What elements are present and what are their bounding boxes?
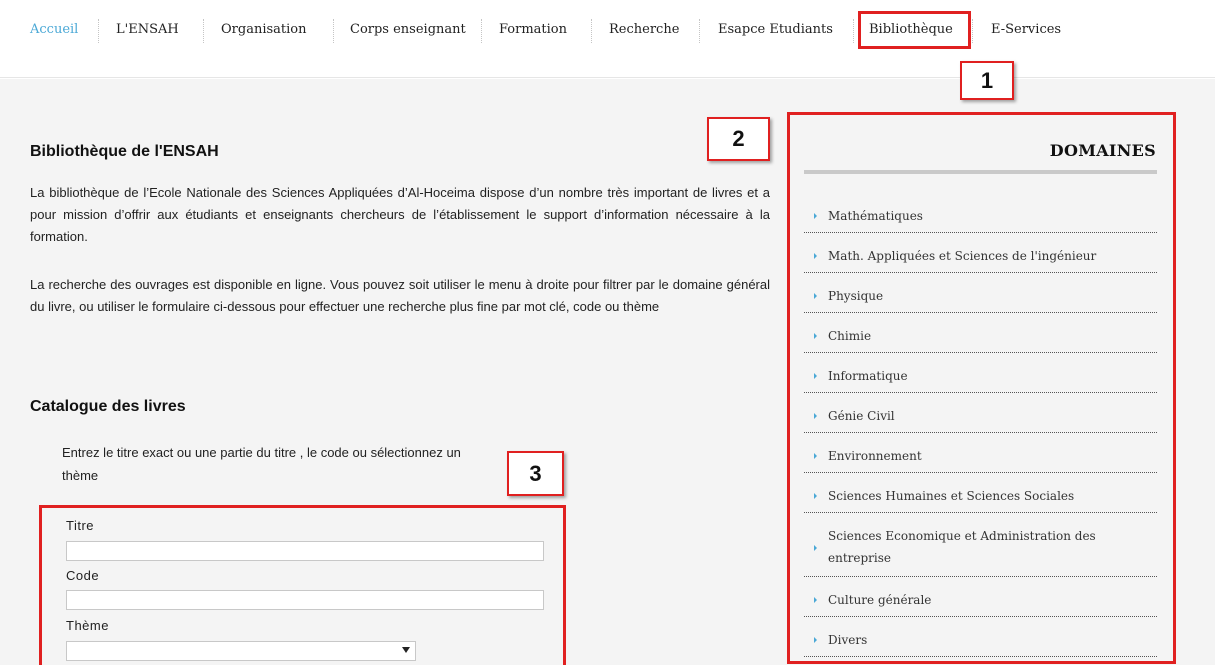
titre-label: Titre — [66, 518, 95, 533]
nav-separator — [972, 19, 973, 43]
search-info-paragraph: La recherche des ouvrages est disponible… — [30, 277, 770, 314]
nav-separator — [203, 19, 204, 43]
domain-item-environnement[interactable]: Environnement — [804, 441, 1157, 473]
bullet-arrow-icon — [814, 213, 817, 219]
bullet-arrow-icon — [814, 253, 817, 259]
domain-label: Sciences Humaines et Sciences Sociales — [828, 489, 1075, 503]
titre-input[interactable] — [66, 541, 544, 561]
sidebar-title: DOMAINES — [1049, 141, 1156, 160]
nav-corps-enseignant[interactable]: Corps enseignant — [350, 22, 466, 37]
bullet-arrow-icon — [814, 637, 817, 643]
domain-label: Physique — [828, 289, 884, 303]
bullet-arrow-icon — [814, 453, 817, 459]
nav-separator — [853, 19, 854, 43]
dropdown-arrow-icon — [402, 647, 410, 653]
nav-separator — [481, 19, 482, 43]
theme-select[interactable] — [66, 641, 416, 661]
nav-e-services[interactable]: E-Services — [991, 22, 1061, 37]
nav-separator — [591, 19, 592, 43]
search-instructions: Entrez le titre exact ou une partie du t… — [62, 445, 461, 483]
nav-espace-etudiants[interactable]: Esapce Etudiants — [718, 22, 833, 37]
domain-item-divers[interactable]: Divers — [804, 625, 1157, 657]
page-title: Bibliothèque de l'ENSAH — [30, 143, 219, 160]
bullet-arrow-icon — [814, 493, 817, 499]
code-input[interactable] — [66, 590, 544, 610]
sidebar-title-rule — [804, 170, 1157, 174]
nav-bibliotheque[interactable]: Bibliothèque — [869, 22, 953, 37]
domain-item-sciences-humaines[interactable]: Sciences Humaines et Sciences Sociales — [804, 481, 1157, 513]
domain-label: Sciences Economique et Administration de… — [828, 529, 1096, 565]
nav-separator — [699, 19, 700, 43]
bullet-arrow-icon — [814, 545, 817, 551]
code-label: Code — [66, 568, 100, 583]
annotation-callout-2: 2 — [707, 117, 770, 161]
intro-paragraph: La bibliothèque de l’Ecole Nationale des… — [30, 185, 770, 244]
domain-item-sciences-economique[interactable]: Sciences Economique et Administration de… — [804, 521, 1157, 577]
nav-recherche[interactable]: Recherche — [609, 22, 679, 37]
catalogue-title: Catalogue des livres — [30, 398, 186, 415]
domain-item-mathematiques[interactable]: Mathématiques — [804, 201, 1157, 233]
domain-label: Mathématiques — [828, 209, 923, 223]
domain-label: Génie Civil — [828, 409, 895, 423]
bullet-arrow-icon — [814, 333, 817, 339]
annotation-callout-1: 1 — [960, 61, 1014, 100]
bullet-arrow-icon — [814, 597, 817, 603]
theme-label: Thème — [66, 618, 109, 633]
domain-label: Chimie — [828, 329, 872, 343]
top-navigation: Accueil L'ENSAH Organisation Corps ensei… — [0, 0, 1215, 78]
nav-separator — [333, 19, 334, 43]
domain-item-chimie[interactable]: Chimie — [804, 321, 1157, 353]
domain-label: Math. Appliquées et Sciences de l'ingéni… — [828, 249, 1097, 263]
domain-label: Culture générale — [828, 593, 932, 607]
domain-item-culture-generale[interactable]: Culture générale — [804, 585, 1157, 617]
nav-organisation[interactable]: Organisation — [221, 22, 306, 37]
nav-accueil[interactable]: Accueil — [30, 22, 78, 37]
bullet-arrow-icon — [814, 293, 817, 299]
domain-item-math-appliquees[interactable]: Math. Appliquées et Sciences de l'ingéni… — [804, 241, 1157, 273]
bullet-arrow-icon — [814, 413, 817, 419]
nav-ensah[interactable]: L'ENSAH — [116, 22, 179, 37]
bullet-arrow-icon — [814, 373, 817, 379]
domain-item-informatique[interactable]: Informatique — [804, 361, 1157, 393]
domain-item-physique[interactable]: Physique — [804, 281, 1157, 313]
domain-item-genie-civil[interactable]: Génie Civil — [804, 401, 1157, 433]
annotation-callout-3: 3 — [507, 451, 564, 496]
nav-formation[interactable]: Formation — [499, 22, 567, 37]
domain-label: Informatique — [828, 369, 908, 383]
nav-separator — [98, 19, 99, 43]
domain-label: Environnement — [828, 449, 922, 463]
domain-label: Divers — [828, 633, 868, 647]
